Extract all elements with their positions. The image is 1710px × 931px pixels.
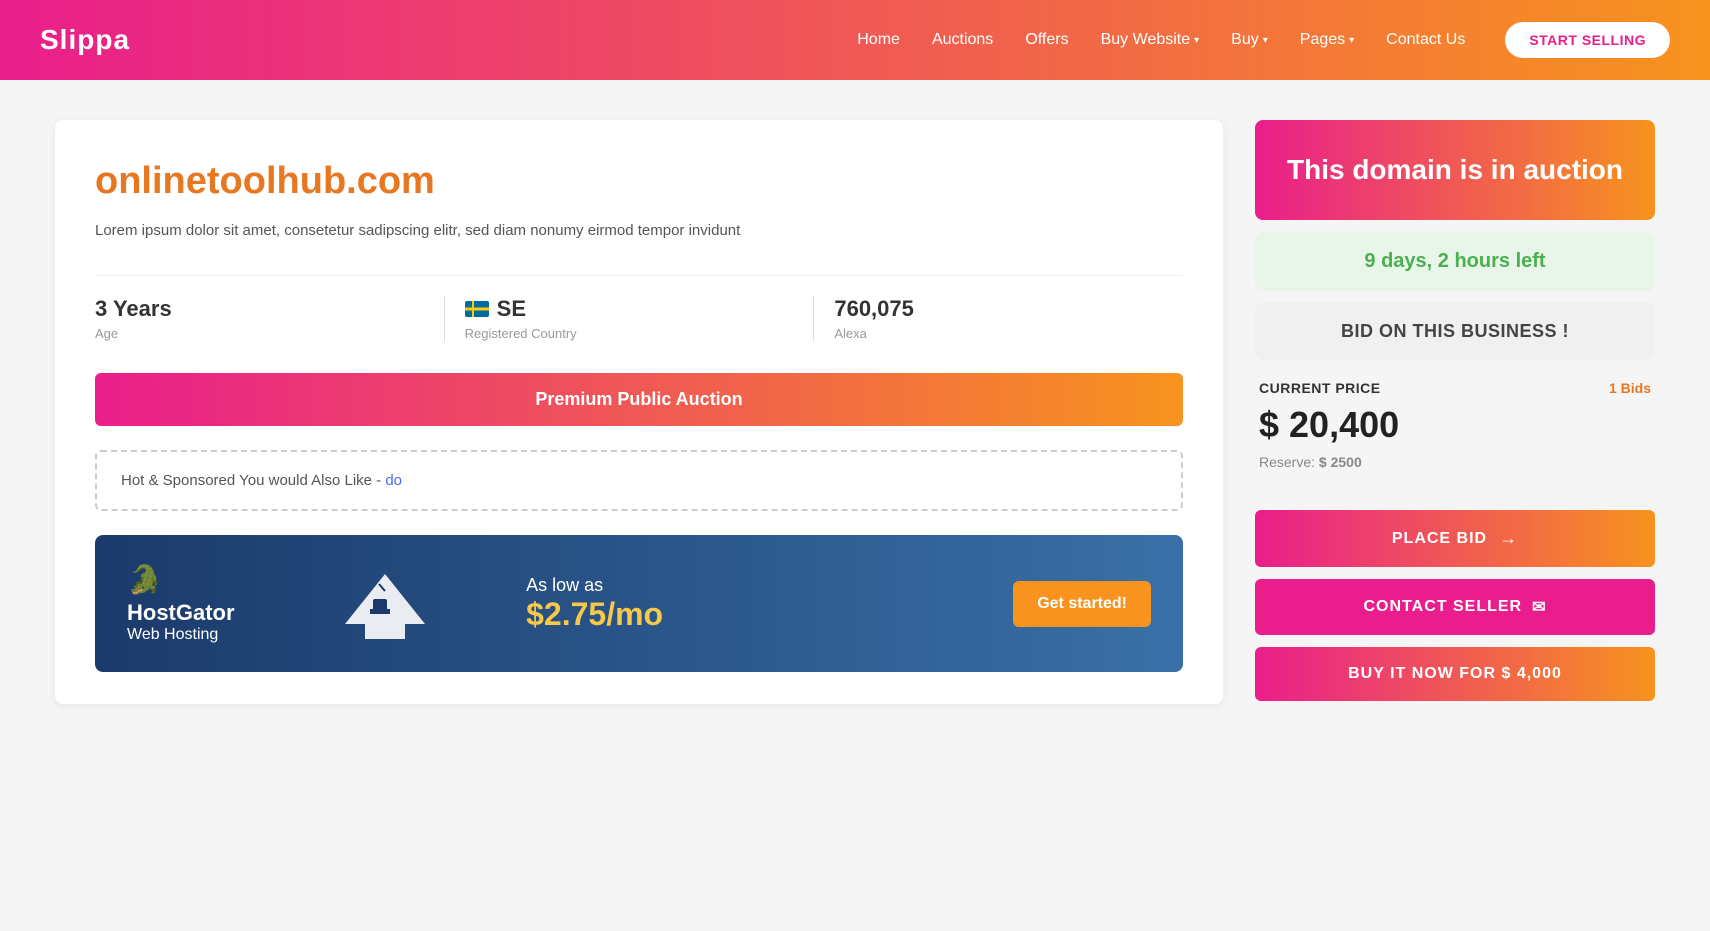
flag-icon: [465, 301, 489, 317]
place-bid-button[interactable]: PLACE BID →: [1255, 510, 1655, 567]
nav-offers[interactable]: Offers: [1025, 31, 1068, 49]
hostgator-icon: 🐊: [127, 563, 162, 596]
reserve-text: Reserve: $ 2500: [1259, 454, 1651, 470]
mail-icon: ✉: [1532, 597, 1546, 617]
left-panel: onlinetoolhub.com Lorem ipsum dolor sit …: [55, 120, 1223, 704]
stats-row: 3 Years Age SE Registered Country 760,07…: [95, 275, 1183, 341]
sponsored-box: Hot & Sponsored You would Also Like - do: [95, 450, 1183, 511]
logo[interactable]: Slippa: [40, 24, 130, 56]
domain-description: Lorem ipsum dolor sit amet, consetetur s…: [95, 219, 1183, 243]
contact-seller-button[interactable]: CONTACT SELLER ✉: [1255, 579, 1655, 635]
nav-home[interactable]: Home: [857, 31, 900, 49]
sponsored-text: Hot & Sponsored You would Also Like - do: [121, 472, 402, 489]
domain-name: onlinetoolhub.com: [95, 160, 1183, 203]
stat-age: 3 Years Age: [95, 296, 445, 341]
hostgator-brand: HostGator: [127, 600, 235, 626]
hostgator-as-low: As low as: [526, 575, 981, 596]
stat-age-label: Age: [95, 326, 424, 341]
main-content: onlinetoolhub.com Lorem ipsum dolor sit …: [15, 80, 1695, 744]
contact-seller-label: CONTACT SELLER: [1364, 598, 1523, 616]
nav-buy[interactable]: Buy ▾: [1231, 31, 1268, 49]
arrow-right-icon: →: [1499, 528, 1518, 549]
reserve-amount: $ 2500: [1319, 454, 1362, 470]
chevron-down-icon: ▾: [1194, 35, 1199, 46]
chevron-down-icon: ▾: [1263, 35, 1268, 46]
nav-auctions[interactable]: Auctions: [932, 31, 993, 49]
buy-now-button[interactable]: BUY IT NOW FOR $ 4,000: [1255, 647, 1655, 701]
stat-country: SE Registered Country: [445, 296, 815, 341]
stat-alexa-value: 760,075: [834, 296, 1163, 322]
place-bid-label: PLACE BID: [1392, 530, 1487, 548]
right-panel: This domain is in auction 9 days, 2 hour…: [1255, 120, 1655, 704]
stat-country-value: SE: [465, 296, 794, 322]
price-value: $ 20,400: [1259, 404, 1651, 446]
nav-contact-us[interactable]: Contact Us: [1386, 31, 1465, 49]
hostgator-banner: 🐊 HostGator Web Hosting As low as $2.75/…: [95, 535, 1183, 672]
start-selling-button[interactable]: START SELLING: [1505, 22, 1670, 58]
hostgator-cta-button[interactable]: Get started!: [1013, 581, 1151, 627]
auction-status-header: This domain is in auction: [1255, 120, 1655, 220]
hostgator-sub: Web Hosting: [127, 626, 218, 644]
hostgator-text: As low as $2.75/mo: [526, 575, 981, 633]
hostgator-graphic: [267, 569, 495, 639]
current-price-label: CURRENT PRICE: [1259, 380, 1381, 396]
bids-count: 1 Bids: [1609, 380, 1651, 396]
header: Slippa Home Auctions Offers Buy Website …: [0, 0, 1710, 80]
hostgator-arrow-graphic: [335, 569, 425, 639]
auction-banner: Premium Public Auction: [95, 373, 1183, 426]
chevron-down-icon: ▾: [1349, 35, 1354, 46]
nav-pages[interactable]: Pages ▾: [1300, 31, 1354, 49]
hostgator-logo: 🐊 HostGator Web Hosting: [127, 563, 235, 644]
bid-business-box: BID ON THIS BUSINESS !: [1255, 303, 1655, 360]
price-header-row: CURRENT PRICE 1 Bids: [1259, 380, 1651, 396]
stat-age-value: 3 Years: [95, 296, 424, 322]
nav: Home Auctions Offers Buy Website ▾ Buy ▾…: [857, 22, 1670, 58]
nav-buy-website[interactable]: Buy Website ▾: [1101, 31, 1200, 49]
stat-alexa: 760,075 Alexa: [814, 296, 1183, 341]
time-left-box: 9 days, 2 hours left: [1255, 232, 1655, 291]
stat-alexa-label: Alexa: [834, 326, 1163, 341]
price-section: CURRENT PRICE 1 Bids $ 20,400 Reserve: $…: [1255, 380, 1655, 490]
hostgator-price: $2.75/mo: [526, 596, 981, 633]
stat-country-label: Registered Country: [465, 326, 794, 341]
sponsored-link[interactable]: do: [385, 472, 402, 489]
